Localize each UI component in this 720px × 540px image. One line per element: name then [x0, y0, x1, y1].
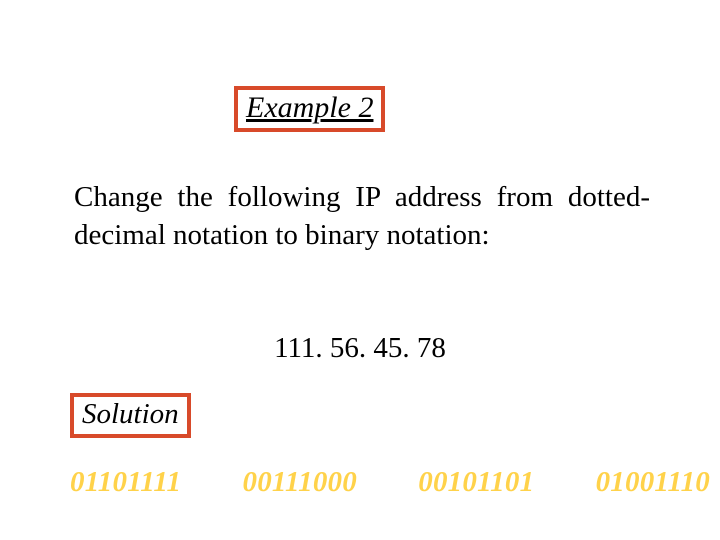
ip-address-binary: 01101111 00111000 00101101 01001110	[70, 466, 710, 499]
binary-octet-2: 00111000	[243, 466, 357, 499]
binary-octet-4: 01001110	[596, 466, 710, 499]
problem-statement: Change the following IP address from dot…	[74, 178, 650, 255]
example-title-box: Example 2	[234, 86, 385, 132]
solution-label-box: Solution	[70, 393, 191, 438]
binary-octet-1: 01101111	[70, 466, 181, 499]
ip-address-decimal: 111. 56. 45. 78	[0, 332, 720, 365]
example-title: Example 2	[246, 91, 373, 124]
solution-label: Solution	[82, 398, 179, 430]
slide: Example 2 Change the following IP addres…	[0, 0, 720, 540]
binary-octet-3: 00101101	[418, 466, 534, 499]
